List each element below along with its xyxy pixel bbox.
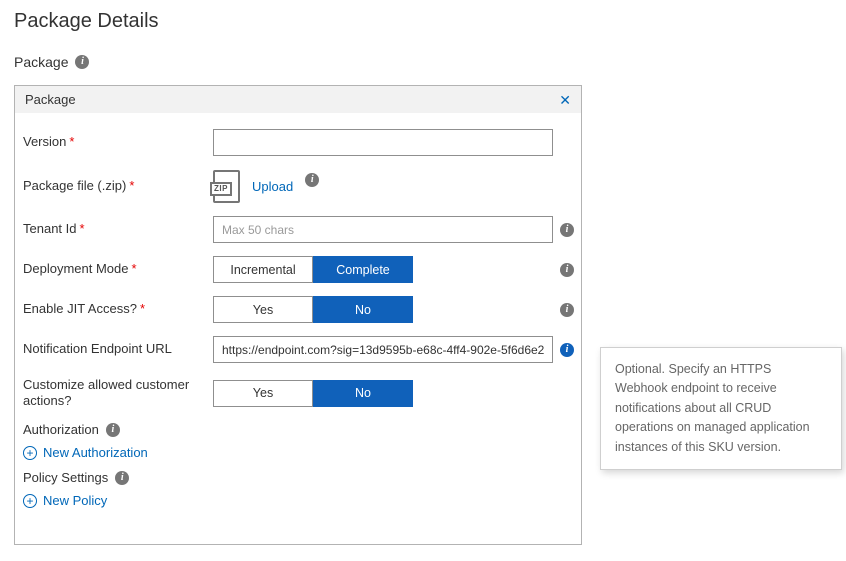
customize-actions-label: Customize allowed customer actions? <box>23 377 213 410</box>
deployment-mode-info-icon[interactable]: i <box>560 263 574 277</box>
package-file-info-icon[interactable]: i <box>305 173 319 187</box>
jit-access-info-icon[interactable]: i <box>560 303 574 317</box>
customize-actions-option-yes[interactable]: Yes <box>213 380 313 407</box>
deployment-mode-option-complete[interactable]: Complete <box>313 256 413 283</box>
package-section-label-text: Package <box>14 54 68 70</box>
info-glyph: i <box>112 425 115 435</box>
tenant-id-row: Tenant Id* i <box>15 216 581 243</box>
package-file-label-text: Package file (.zip) <box>23 178 126 193</box>
info-glyph: i <box>81 57 84 67</box>
new-policy-row: + New Policy <box>15 493 581 508</box>
package-panel: Package ✕ Version* Package file (.zip)* … <box>14 85 582 545</box>
customize-actions-row: Customize allowed customer actions? Yes … <box>15 376 581 410</box>
required-marker: * <box>80 221 85 236</box>
required-marker: * <box>132 261 137 276</box>
authorization-section-label: Authorization i <box>15 422 581 437</box>
package-info-icon[interactable]: i <box>75 55 89 69</box>
new-policy-link[interactable]: New Policy <box>43 493 107 508</box>
package-file-row: Package file (.zip)* ZIP Upload i <box>15 168 581 204</box>
notification-url-input[interactable] <box>213 336 553 363</box>
customize-actions-toggle: Yes No <box>213 380 413 407</box>
zip-file-icon: ZIP <box>213 170 240 203</box>
upload-link[interactable]: Upload <box>252 179 293 194</box>
tenant-id-label: Tenant Id* <box>23 221 213 237</box>
info-glyph: i <box>566 345 569 355</box>
jit-access-label: Enable JIT Access?* <box>23 301 213 317</box>
package-section-label: Package i <box>14 54 89 70</box>
notification-url-row: Notification Endpoint URL i <box>15 336 581 363</box>
page-title: Package Details <box>14 10 159 33</box>
jit-access-option-no[interactable]: No <box>313 296 413 323</box>
jit-access-toggle: Yes No <box>213 296 413 323</box>
authorization-info-icon[interactable]: i <box>106 423 120 437</box>
tenant-id-input[interactable] <box>213 216 553 243</box>
add-icon: + <box>23 446 37 460</box>
info-glyph: i <box>566 265 569 275</box>
jit-access-row: Enable JIT Access?* Yes No i <box>15 296 581 323</box>
notification-url-label: Notification Endpoint URL <box>23 341 213 357</box>
required-marker: * <box>140 301 145 316</box>
add-icon: + <box>23 494 37 508</box>
customize-actions-label-text: Customize allowed customer actions? <box>23 377 189 408</box>
upload-group: ZIP Upload i <box>213 170 319 203</box>
jit-access-option-yes[interactable]: Yes <box>213 296 313 323</box>
tooltip-text: Optional. Specify an HTTPS Webhook endpo… <box>615 362 810 454</box>
info-glyph: i <box>566 225 569 235</box>
version-label: Version* <box>23 134 213 150</box>
notification-url-label-text: Notification Endpoint URL <box>23 341 172 356</box>
policy-settings-section-label: Policy Settings i <box>15 470 581 485</box>
notification-url-tooltip: Optional. Specify an HTTPS Webhook endpo… <box>600 347 842 470</box>
info-glyph: i <box>121 473 124 483</box>
close-icon[interactable]: ✕ <box>559 93 571 107</box>
panel-header-title: Package <box>25 92 76 107</box>
version-row: Version* <box>15 129 581 156</box>
deployment-mode-toggle: Incremental Complete <box>213 256 413 283</box>
deployment-mode-label-text: Deployment Mode <box>23 261 129 276</box>
authorization-label-text: Authorization <box>23 422 99 437</box>
policy-settings-info-icon[interactable]: i <box>115 471 129 485</box>
deployment-mode-row: Deployment Mode* Incremental Complete i <box>15 256 581 283</box>
customize-actions-option-no[interactable]: No <box>313 380 413 407</box>
new-authorization-link[interactable]: New Authorization <box>43 445 148 460</box>
tenant-id-info-icon[interactable]: i <box>560 223 574 237</box>
plus-glyph: + <box>26 495 33 507</box>
package-file-label: Package file (.zip)* <box>23 178 213 194</box>
required-marker: * <box>129 178 134 193</box>
info-glyph: i <box>566 305 569 315</box>
new-authorization-row: + New Authorization <box>15 445 581 460</box>
jit-access-label-text: Enable JIT Access? <box>23 301 137 316</box>
deployment-mode-label: Deployment Mode* <box>23 261 213 277</box>
notification-url-info-icon[interactable]: i <box>560 343 574 357</box>
version-input[interactable] <box>213 129 553 156</box>
version-label-text: Version <box>23 134 66 149</box>
panel-header: Package ✕ <box>15 86 581 113</box>
zip-file-icon-text: ZIP <box>210 182 232 196</box>
required-marker: * <box>69 134 74 149</box>
plus-glyph: + <box>26 447 33 459</box>
tenant-id-label-text: Tenant Id <box>23 221 77 236</box>
deployment-mode-option-incremental[interactable]: Incremental <box>213 256 313 283</box>
info-glyph: i <box>311 175 314 185</box>
policy-settings-label-text: Policy Settings <box>23 470 108 485</box>
